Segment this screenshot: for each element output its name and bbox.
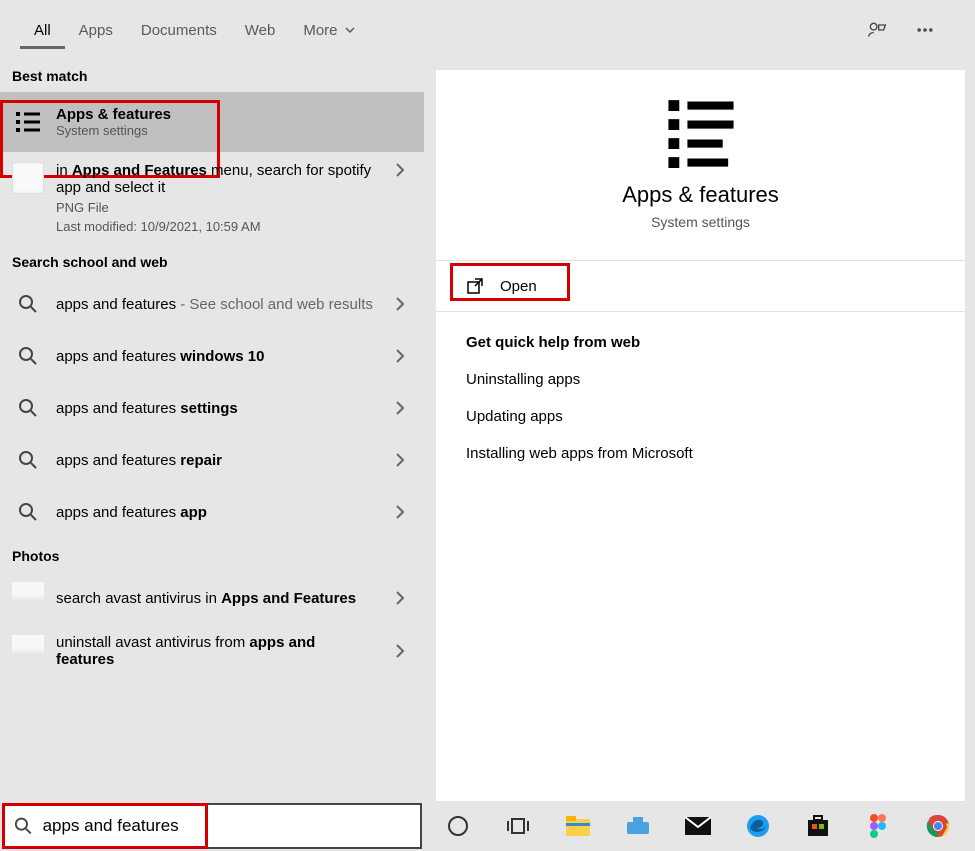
search-icon [12, 288, 44, 320]
mail-icon[interactable] [684, 812, 712, 840]
file-explorer-icon[interactable] [564, 812, 592, 840]
task-view-icon[interactable] [504, 812, 532, 840]
file-thumbnail-icon [12, 162, 44, 194]
chevron-right-icon[interactable] [388, 348, 412, 364]
edge-icon[interactable] [744, 812, 772, 840]
detail-subtitle: System settings [436, 214, 965, 230]
search-results-panel: Best match Apps & features System settin… [0, 60, 424, 801]
section-photos: Photos [0, 538, 424, 572]
search-icon [14, 816, 33, 836]
tab-more-label: More [303, 22, 337, 39]
open-label: Open [500, 278, 537, 295]
search-icon [12, 496, 44, 528]
help-link-uninstalling[interactable]: Uninstalling apps [436, 361, 965, 398]
microsoft-store-icon[interactable] [804, 812, 832, 840]
chevron-right-icon[interactable] [388, 590, 412, 606]
web-suggestion-text: apps and features windows 10 [56, 348, 376, 365]
tab-web[interactable]: Web [231, 12, 290, 49]
feedback-icon[interactable] [867, 20, 887, 40]
section-best-match: Best match [0, 60, 424, 92]
help-link-updating[interactable]: Updating apps [436, 398, 965, 435]
web-suggestion-4[interactable]: apps and features app [0, 486, 424, 538]
quick-help-heading: Get quick help from web [436, 312, 965, 361]
result-title: Apps & features [56, 106, 412, 123]
tab-all[interactable]: All [20, 12, 65, 49]
taskbar [424, 801, 975, 851]
search-icon [12, 392, 44, 424]
web-suggestion-0[interactable]: apps and features - See school and web r… [0, 278, 424, 330]
tab-more[interactable]: More [289, 12, 369, 49]
photo-result-1[interactable]: uninstall avast antivirus from apps and … [0, 624, 424, 678]
photo-thumbnail-icon [12, 635, 44, 667]
detail-title: Apps & features [436, 182, 965, 208]
chrome-icon[interactable] [924, 812, 952, 840]
chevron-right-icon[interactable] [388, 643, 412, 659]
web-suggestion-text: apps and features app [56, 504, 376, 521]
search-icon [12, 444, 44, 476]
more-options-icon[interactable] [915, 20, 935, 40]
web-suggestion-3[interactable]: apps and features repair [0, 434, 424, 486]
chevron-right-icon[interactable] [388, 296, 412, 312]
cortana-icon[interactable] [444, 812, 472, 840]
tab-documents[interactable]: Documents [127, 12, 231, 49]
result-file-modified: Last modified: 10/9/2021, 10:59 AM [56, 219, 376, 234]
detail-panel: Apps & features System settings Open Get… [436, 70, 965, 801]
chevron-right-icon[interactable] [388, 504, 412, 520]
chevron-down-icon [344, 24, 356, 36]
figma-icon[interactable] [864, 812, 892, 840]
result-png-file[interactable]: in Apps and Features menu, search for sp… [0, 152, 424, 244]
chevron-right-icon[interactable] [388, 162, 412, 178]
chevron-right-icon[interactable] [388, 452, 412, 468]
section-school-web: Search school and web [0, 244, 424, 278]
open-external-icon [466, 277, 484, 295]
photo-result-text: uninstall avast antivirus from apps and … [56, 634, 376, 668]
result-file-title: in Apps and Features menu, search for sp… [56, 162, 376, 196]
photo-thumbnail-icon [12, 582, 44, 614]
apps-features-large-icon [663, 92, 739, 168]
result-file-type: PNG File [56, 200, 376, 215]
web-suggestion-2[interactable]: apps and features settings [0, 382, 424, 434]
search-input[interactable] [43, 816, 410, 836]
chevron-right-icon[interactable] [388, 400, 412, 416]
search-box[interactable] [2, 803, 422, 849]
web-suggestion-1[interactable]: apps and features windows 10 [0, 330, 424, 382]
photo-result-text: search avast antivirus in Apps and Featu… [56, 590, 376, 607]
web-suggestion-text: apps and features repair [56, 452, 376, 469]
search-filter-tabs: All Apps Documents Web More [0, 0, 975, 60]
tab-apps[interactable]: Apps [65, 12, 127, 49]
help-link-installing[interactable]: Installing web apps from Microsoft [436, 435, 965, 472]
web-suggestion-text: apps and features settings [56, 400, 376, 417]
web-suggestion-text: apps and features - See school and web r… [56, 296, 376, 313]
photo-result-0[interactable]: search avast antivirus in Apps and Featu… [0, 572, 424, 624]
list-settings-icon [12, 106, 44, 138]
app-keyboard-icon[interactable] [624, 812, 652, 840]
open-action[interactable]: Open [436, 261, 965, 311]
result-apps-and-features[interactable]: Apps & features System settings [0, 92, 424, 152]
search-icon [12, 340, 44, 372]
result-subtitle: System settings [56, 123, 412, 138]
